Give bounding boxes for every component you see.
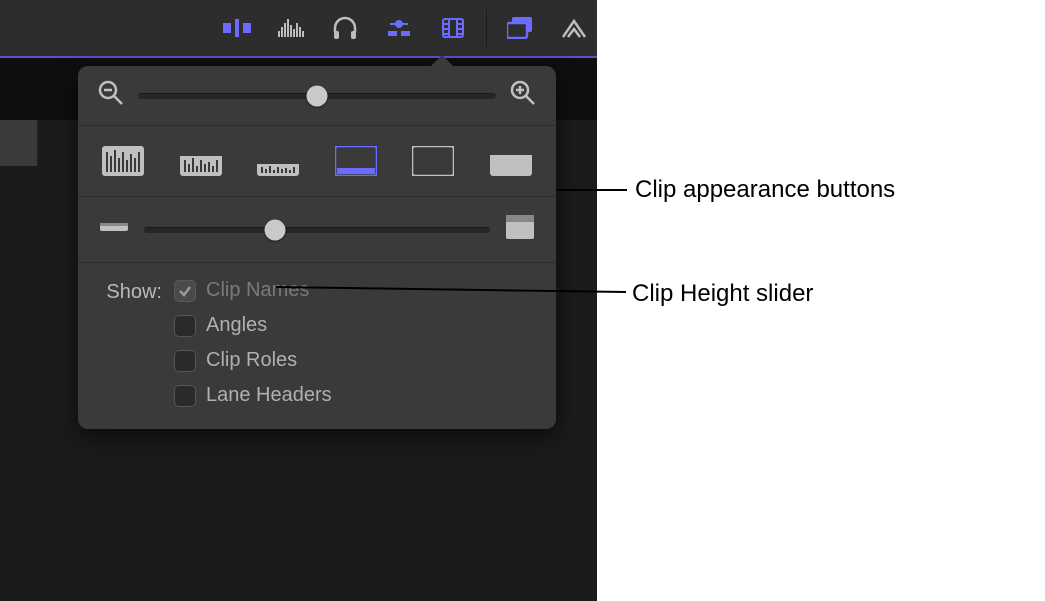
- show-angles-checkbox[interactable]: [174, 315, 196, 337]
- clip-height-large-icon: [506, 215, 534, 244]
- show-angles-row[interactable]: Angles: [174, 314, 332, 337]
- clip-appearance-icon[interactable]: [438, 13, 468, 43]
- appearance-filmstrip-waveform-short[interactable]: [255, 144, 301, 178]
- annotation-appearance: Clip appearance buttons: [557, 176, 895, 204]
- appearance-filmstrip-only[interactable]: [410, 144, 456, 178]
- zoom-in-icon[interactable]: [510, 80, 536, 111]
- show-angles-label: Angles: [206, 314, 267, 337]
- card-icon[interactable]: [505, 13, 535, 43]
- appearance-filmstrip-waveform[interactable]: [178, 144, 224, 178]
- clip-appearance-popover: Show: Clip Names Angles Clip Roles: [78, 66, 556, 429]
- show-lane-headers-checkbox[interactable]: [174, 385, 196, 407]
- snap-icon[interactable]: [384, 13, 414, 43]
- headphones-icon[interactable]: [330, 13, 360, 43]
- trim-icon[interactable]: [222, 13, 252, 43]
- zoom-row: [78, 66, 556, 126]
- show-clip-roles-checkbox[interactable]: [174, 350, 196, 372]
- popover-pointer: [430, 55, 454, 67]
- loop-icon[interactable]: [559, 13, 589, 43]
- show-lane-headers-label: Lane Headers: [206, 384, 332, 407]
- annotation-height-text: Clip Height slider: [632, 280, 813, 308]
- toolbar-group-right: [505, 13, 589, 43]
- timeline-toolbar: [0, 0, 597, 56]
- toolbar-divider: [486, 9, 487, 47]
- show-clip-roles-row[interactable]: Clip Roles: [174, 349, 332, 372]
- show-clip-names-checkbox: [174, 280, 196, 302]
- zoom-out-icon[interactable]: [98, 80, 124, 111]
- show-lane-headers-row[interactable]: Lane Headers: [174, 384, 332, 407]
- annotation-height: Clip Height slider: [632, 280, 813, 308]
- annotation-height-line: [276, 287, 636, 307]
- track-header-stub: [0, 120, 38, 166]
- audio-icon[interactable]: [276, 13, 306, 43]
- appearance-filmstrip-waveform-tall[interactable]: [100, 144, 146, 178]
- show-label: Show:: [100, 279, 162, 407]
- show-clip-roles-label: Clip Roles: [206, 349, 297, 372]
- appearance-waveform-only[interactable]: [333, 144, 379, 178]
- zoom-slider[interactable]: [138, 84, 496, 108]
- clip-appearance-row: [78, 126, 556, 197]
- annotation-appearance-text: Clip appearance buttons: [635, 176, 895, 204]
- clip-height-slider[interactable]: [144, 218, 490, 242]
- appearance-solid-only[interactable]: [488, 144, 534, 178]
- clip-height-small-icon: [100, 219, 128, 240]
- clip-height-row: [78, 197, 556, 263]
- toolbar-group-left: [222, 13, 468, 43]
